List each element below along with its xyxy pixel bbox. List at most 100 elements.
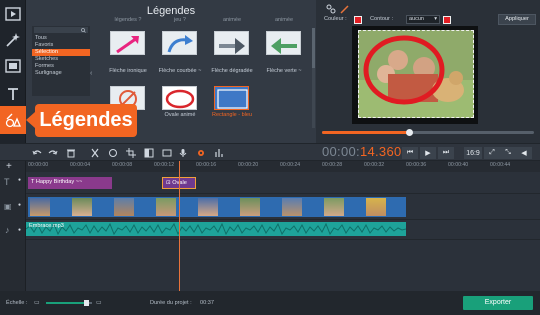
color-swatch[interactable] [354,16,362,24]
collapse-arrow-icon[interactable]: ‹ [90,70,96,84]
playhead[interactable] [179,161,180,291]
selection-frame[interactable] [358,30,474,118]
video-frame [72,198,92,216]
scrollbar-thumb[interactable] [312,28,315,68]
ruler-tick: 00:00:12 [154,162,175,168]
title-clip[interactable]: T Happy Birthday ~~ [28,177,112,189]
panel-scrollbar[interactable] [312,28,315,128]
cut-label: légendes ? [114,17,142,23]
color-adjust-icon[interactable] [142,146,156,160]
video-frame [114,198,134,216]
zoom-out-icon[interactable]: ▭ [34,299,40,306]
outline-select[interactable]: aucun ▾ [406,15,440,24]
play-icon: ▶ [425,150,431,157]
video-preview[interactable] [352,26,478,124]
callout-thumb-ironic-arrow[interactable] [110,31,145,55]
redo-icon[interactable] [46,146,60,160]
preview-seek-bar[interactable] [322,129,534,136]
skip-forward-button[interactable]: ⏭ [438,147,454,159]
volume-button[interactable]: ◀ [516,147,532,159]
seek-handle[interactable] [405,129,413,136]
pen-icon[interactable] [340,4,350,14]
outline-value: aucun [409,16,424,22]
expand-icon: ⤡ [505,149,511,156]
fullscreen-button[interactable]: ⤢ [484,147,500,159]
fullscreen-icon: ⤢ [489,149,495,156]
status-bar: Échelle : ▭ ▭ Durée du projet : 00:37 Ex… [0,291,540,315]
category-item-sketches[interactable]: Sketches [32,56,90,63]
zoom-in-icon[interactable]: ▭ [96,299,102,306]
category-search[interactable] [34,27,88,33]
caption-clip-icon: ⊡ [166,180,171,186]
film-icon[interactable] [2,3,24,25]
category-item-surlignage[interactable]: Surlignage [32,70,90,77]
audio-clip[interactable]: Embrace.mp3 [26,222,406,236]
trash-icon[interactable] [64,146,78,160]
timeline-ruler[interactable]: 00:00:00 00:00:04 00:00:08 00:00:12 00:0… [26,161,540,172]
shapes-icon[interactable] [2,110,24,132]
video-track [26,194,540,220]
cut-icon[interactable] [88,146,102,160]
category-item-formes[interactable]: Formes [32,63,90,70]
crop-icon[interactable] [124,146,138,160]
category-item-selection[interactable]: Sélection [32,49,90,56]
aspect-ratio-button[interactable]: 16:9 [464,147,482,159]
category-item-tous[interactable]: Tous [32,35,90,42]
chevron-down-icon: ▾ [434,16,437,22]
zoom-slider-handle[interactable] [84,300,90,306]
audio-clip-label: Embrace.mp3 [29,223,64,229]
category-item-favoris[interactable]: Favoris [32,42,90,49]
title-clip-label: Happy Birthday ~~ [35,179,83,185]
callout-thumb-curved-arrow[interactable] [162,31,197,55]
callout-thumb-animated-oval[interactable] [162,86,197,110]
expand-button[interactable]: ⤡ [500,147,516,159]
undo-icon[interactable] [30,146,44,160]
export-button[interactable]: Exporter [463,296,533,310]
play-button[interactable]: ▶ [420,147,436,159]
skip-back-icon: ⏮ [406,149,414,156]
duration-label: Durée du projet : [150,300,192,306]
add-track-icon[interactable]: + [6,161,12,172]
settings-icon[interactable] [194,146,208,160]
ruler-tick: 00:00:32 [364,162,385,168]
text-icon[interactable] [2,83,24,105]
equalizer-icon[interactable] [212,146,226,160]
video-clips[interactable] [28,197,406,217]
video-frame [282,198,302,216]
callout-label: Flèche dégradée [211,68,253,74]
apply-button[interactable]: Appliquer [498,14,536,25]
seek-progress [322,131,409,134]
zoom-slider[interactable] [46,300,92,306]
outline-color-swatch[interactable] [443,16,451,24]
video-frame [198,198,218,216]
callout-label: Flèche courbée ~ [158,68,202,74]
eye-icon[interactable]: ● [18,202,21,208]
rotate-icon[interactable] [106,146,120,160]
callout-thumb-gradient-arrow[interactable] [214,31,249,55]
edit-toolbar: 00:00:14.360 ⏮ ▶ ⏭ 16:9 ⤢ ⤡ ◀ [0,143,540,161]
video-frame [30,198,50,216]
ruler-tick: 00:00:24 [280,162,301,168]
video-frame [156,198,176,216]
eye-icon[interactable]: ● [18,177,21,183]
speaker-icon[interactable]: ● [18,227,21,233]
ruler-tick: 00:00:00 [28,162,49,168]
volume-icon: ◀ [521,150,527,157]
title-track-icon: T [4,177,10,187]
transition-icon[interactable] [160,146,174,160]
ruler-tick: 00:00:44 [490,162,511,168]
link-icon[interactable] [326,4,336,14]
microphone-icon[interactable] [176,146,190,160]
video-track-icon: ▣ [4,202,12,211]
empty-track-area [26,240,540,291]
magic-wand-icon[interactable] [2,29,24,51]
callout-thumb-green-arrow[interactable] [266,31,301,55]
zoom-slider-fill [46,302,87,304]
ruler-tick: 00:00:20 [238,162,259,168]
ruler-tick: 00:00:16 [196,162,217,168]
callout-thumb-blue-rectangle[interactable] [214,86,249,110]
filmstrip-icon[interactable] [2,55,24,77]
tool-sidebar [0,0,30,160]
timecode-prefix: 00:00: [322,144,360,159]
skip-back-button[interactable]: ⏮ [402,147,418,159]
